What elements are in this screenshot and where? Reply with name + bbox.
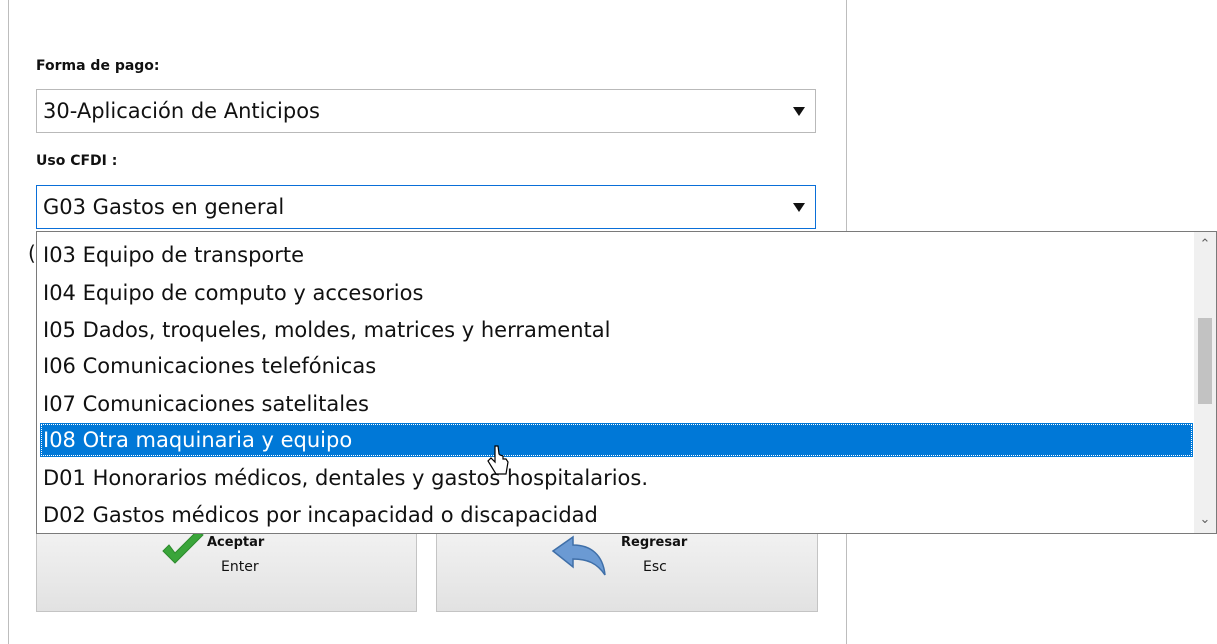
forma-pago-label: Forma de pago:	[36, 58, 160, 74]
accept-button-label: Aceptar	[207, 535, 265, 550]
option-i05[interactable]: I05 Dados, troqueles, moldes, matrices y…	[40, 313, 1193, 347]
mouse-pointer-icon	[487, 445, 509, 475]
option-i03[interactable]: I03 Equipo de transporte	[40, 238, 1193, 272]
uso-cfdi-value: G03 Gastos en general	[43, 195, 285, 219]
option-d01[interactable]: D01 Honorarios médicos, dentales y gasto…	[40, 461, 1193, 495]
option-i08-highlighted[interactable]: I08 Otra maquinaria y equipo	[40, 423, 1193, 457]
back-button-label: Regresar	[621, 535, 688, 550]
back-arrow-icon	[551, 535, 606, 576]
accept-button-key: Enter	[221, 559, 259, 575]
option-i06[interactable]: I06 Comunicaciones telefónicas	[40, 349, 1193, 383]
scrollbar-thumb[interactable]	[1198, 318, 1212, 404]
forma-pago-select[interactable]: 30-Aplicación de Anticipos	[36, 89, 816, 133]
option-i04[interactable]: I04 Equipo de computo y accesorios	[40, 276, 1193, 310]
dropdown-arrow-icon[interactable]	[793, 107, 805, 116]
uso-cfdi-label: Uso CFDI :	[36, 153, 118, 169]
payment-form-window: Forma de pago: 30-Aplicación de Anticipo…	[0, 0, 1217, 644]
forma-pago-value: 30-Aplicación de Anticipos	[43, 99, 320, 123]
dropdown-scrollbar[interactable]: ⌃ ⌄	[1194, 232, 1216, 533]
dropdown-arrow-icon[interactable]	[793, 203, 805, 212]
uso-cfdi-select[interactable]: G03 Gastos en general	[36, 185, 816, 229]
uso-cfdi-dropdown-list[interactable]: I03 Equipo de transporte I04 Equipo de c…	[36, 231, 1217, 534]
chevron-up-icon[interactable]: ⌃	[1194, 234, 1216, 256]
back-button-key: Esc	[643, 559, 667, 575]
option-d02[interactable]: D02 Gastos médicos por incapacidad o dis…	[40, 498, 1193, 532]
option-i07[interactable]: I07 Comunicaciones satelitales	[40, 387, 1193, 421]
checkmark-icon	[162, 530, 204, 564]
chevron-down-icon[interactable]: ⌄	[1194, 509, 1216, 531]
left-divider	[8, 0, 9, 644]
